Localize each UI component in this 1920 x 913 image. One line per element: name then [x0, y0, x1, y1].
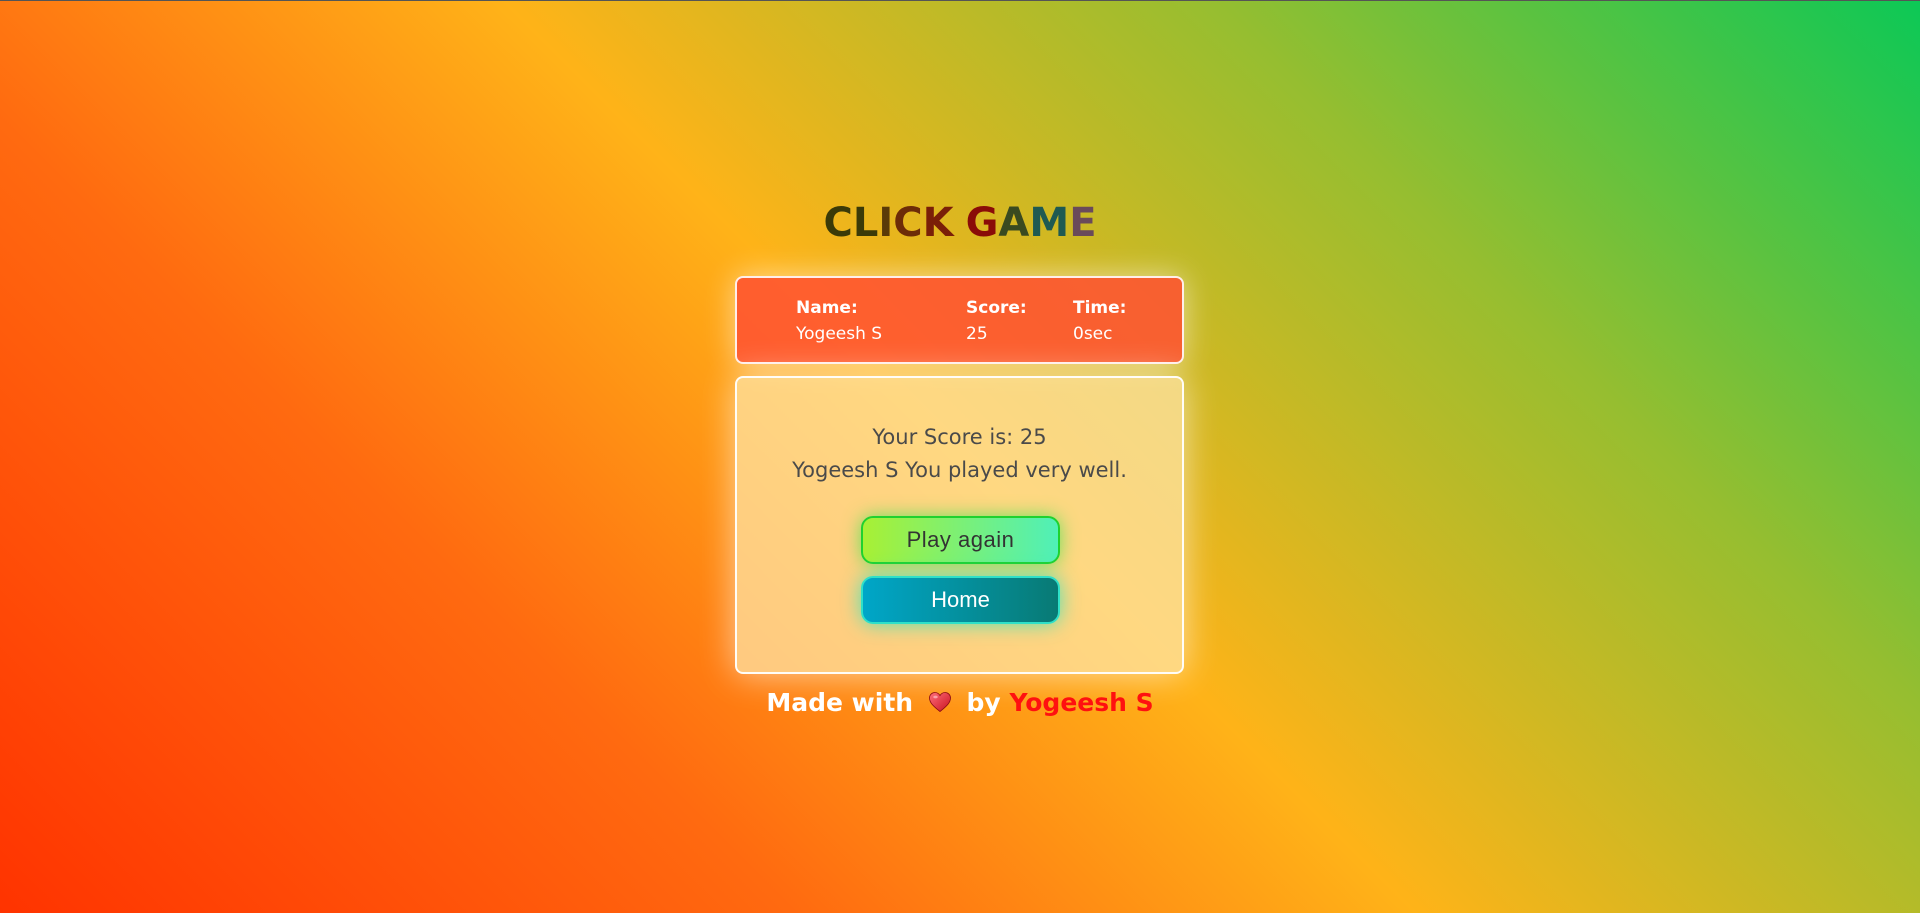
- footer-by: by: [966, 688, 1001, 717]
- title-letter: G: [965, 200, 999, 246]
- name-value: Yogeesh S: [796, 324, 883, 344]
- title-letter: I: [878, 200, 894, 246]
- title-letter: C: [893, 200, 923, 246]
- title-letter: E: [1069, 200, 1097, 246]
- play-again-button[interactable]: Play again: [861, 516, 1060, 564]
- title-letter: K: [922, 200, 954, 246]
- result-card: Your Score is: 25 Yogeesh S You played v…: [735, 376, 1184, 674]
- title-letter: M: [1029, 200, 1070, 246]
- footer-author: Yogeesh S: [1009, 688, 1154, 717]
- footer-credit: Made with by Yogeesh S: [0, 685, 1920, 721]
- score-column: Score: 25: [966, 296, 1027, 348]
- score-label: Score:: [966, 298, 1027, 318]
- title-letter: L: [852, 200, 879, 246]
- player-info-card: Name: Yogeesh S Score: 25 Time: 0sec: [735, 276, 1184, 364]
- final-score-text: Your Score is: 25: [872, 425, 1047, 449]
- title-letter: A: [998, 200, 1030, 246]
- result-message: Yogeesh S You played very well.: [792, 458, 1127, 482]
- game-title: CLICK GAME: [0, 197, 1920, 249]
- name-column: Name: Yogeesh S: [796, 296, 882, 348]
- time-column: Time: 0sec: [1073, 296, 1126, 348]
- home-button[interactable]: Home: [861, 576, 1060, 624]
- footer-made-with: Made with: [766, 688, 914, 717]
- score-value: 25: [966, 324, 988, 344]
- heart-icon: [928, 688, 952, 713]
- time-label: Time:: [1073, 298, 1127, 318]
- name-label: Name:: [796, 298, 858, 318]
- title-letter: C: [823, 200, 853, 246]
- time-value: 0sec: [1073, 324, 1113, 344]
